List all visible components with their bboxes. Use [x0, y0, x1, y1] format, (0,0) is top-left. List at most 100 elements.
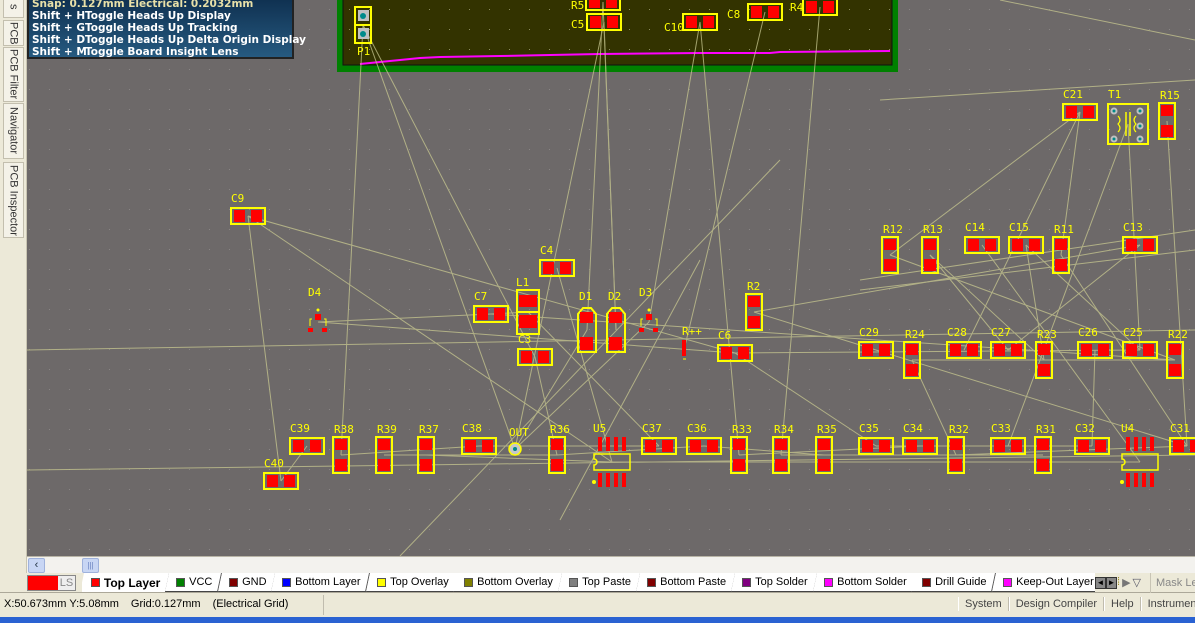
layer-tab-next-button[interactable]: ► [1106, 577, 1117, 589]
layer-color-swatch [464, 577, 474, 587]
designator-label: C34 [903, 422, 923, 435]
designator-label: R22 [1168, 328, 1188, 341]
filter-icon[interactable]: ▽ [1133, 576, 1141, 589]
designator-label: R5 [571, 0, 584, 12]
play-icon[interactable]: ▶ [1122, 576, 1130, 589]
designator-label: C27 [991, 326, 1011, 339]
layer-color-swatch [282, 577, 292, 587]
designator-label: R39 [377, 423, 397, 436]
designator-label: D2 [608, 290, 621, 303]
shortcut-key: Shift + H [32, 10, 86, 22]
shortcut-action: Toggle Board Insight Lens [85, 46, 239, 58]
horizontal-scrollbar[interactable]: ‹ ||| [27, 556, 1195, 573]
layer-tab-label: Top Overlay [389, 576, 449, 588]
layer-tab-prev-button[interactable]: ◄ [1095, 577, 1106, 589]
designator-label: R37 [419, 423, 439, 436]
sidebar-tab-pcb[interactable]: PCB [3, 20, 24, 46]
layer-tab-label: Drill Guide [935, 576, 987, 588]
layer-tab-bottom-paste[interactable]: Bottom Paste [635, 573, 737, 592]
layer-color-swatch [569, 577, 579, 587]
designator-label: R24 [905, 328, 925, 341]
component-r2[interactable]: R2 [745, 280, 763, 331]
designator-label: C36 [687, 422, 707, 435]
layer-sets-icon[interactable]: ⁞ [1117, 576, 1120, 589]
layer-tab-drill-guide[interactable]: Drill Guide [911, 573, 997, 592]
designator-label: C31 [1170, 422, 1190, 435]
scroll-left-button[interactable]: ‹ [28, 558, 45, 573]
designator-label: R33 [732, 423, 752, 436]
designator-label: T1 [1108, 88, 1121, 101]
sidebar-tab-pcb-filter[interactable]: PCB Filter [3, 47, 24, 102]
pcb-drawing[interactable]: P1 R5 C5 C10 C8 R4 C21 T1 R15 C9 R12 R13 C14 C15 R11 C1… [27, 0, 1195, 556]
shortcut-action: Toggle Heads Up Delta Origin Display [85, 34, 306, 46]
shortcut-key: Shift + M [32, 46, 87, 58]
design-compiler-button[interactable]: Design Compiler [1008, 597, 1104, 611]
component-r5[interactable]: R5 [571, 0, 621, 12]
designator-label: C3 [518, 333, 531, 346]
shortcut-row: Shift + G Toggle Heads Up Tracking [32, 22, 292, 34]
sidebar-tab-pcb-inspector[interactable]: PCB Inspector [3, 162, 24, 238]
layer-color-swatch [922, 577, 932, 587]
scroll-thumb[interactable]: ||| [82, 558, 99, 573]
pcb-canvas[interactable]: P1 R5 C5 C10 C8 R4 C21 T1 R15 C9 R12 R13 C14 C15 R11 C1… [27, 0, 1195, 556]
layer-tab-bottom-overlay[interactable]: Bottom Overlay [453, 573, 564, 592]
designator-label: C13 [1123, 221, 1143, 234]
designator-label: U5 [593, 422, 606, 435]
layer-tab-top-overlay[interactable]: Top Overlay [365, 573, 459, 592]
designator-label: C14 [965, 221, 985, 234]
layer-tab-nav: ◄ ► [1095, 577, 1117, 589]
layer-tab-label: Top Layer [104, 575, 161, 590]
help-button[interactable]: Help [1104, 597, 1141, 611]
designator-label: C4 [540, 244, 554, 257]
layer-tab-label: Top Paste [582, 576, 632, 588]
layer-color-swatch [1002, 577, 1012, 587]
designator-label: R2 [747, 280, 760, 293]
layer-tab-label: Bottom Layer [295, 576, 361, 588]
layer-tab-vcc[interactable]: VCC [165, 573, 223, 592]
layer-tab-label: Bottom Overlay [477, 576, 554, 588]
current-layer-indicator[interactable]: LS [27, 575, 76, 591]
layer-tabs: Top Layer VCC GND Bottom Layer Top Overlay Bo… [82, 573, 1095, 593]
designator-label: C40 [264, 457, 284, 470]
system-button[interactable]: System [958, 597, 1009, 611]
layer-set-button[interactable]: LS [58, 576, 75, 590]
designator-label: D1 [579, 290, 592, 303]
shortcut-row: Shift + D Toggle Heads Up Delta Origin Di… [32, 34, 306, 46]
shortcut-key: Shift + D [32, 34, 86, 46]
layer-tab-label: GND [241, 576, 267, 588]
designator-label: C6 [718, 329, 731, 342]
designator-label: R++ [682, 325, 702, 338]
shortcut-row: Shift + M Toggle Board Insight Lens [32, 46, 292, 58]
layer-tab-bar: LS Top Layer VCC GND Bottom Layer Top Overla… [0, 573, 1195, 593]
status-bar: X:50.673mm Y:5.08mm Grid:0.127mm (Electrica… [0, 593, 1195, 617]
heads-up-display: Snap: 0.127mm Electrical: 0.2032mm Shift… [27, 0, 306, 59]
sidebar-tab-navigator[interactable]: Navigator [3, 103, 24, 159]
layer-tab-bottom-layer[interactable]: Bottom Layer [271, 573, 371, 592]
designator-label: C15 [1009, 221, 1029, 234]
y-coordinate: Y:5.08mm [69, 598, 119, 610]
designator-label: C38 [462, 422, 482, 435]
component-r4[interactable]: R4 [790, 0, 838, 16]
designator-label: R11 [1054, 223, 1074, 236]
designator-label: C10 [664, 21, 684, 34]
panel-sidebar: s PCB PCB Filter Navigator PCB Inspector [0, 0, 27, 573]
layer-tab-top-solder[interactable]: Top Solder [731, 573, 818, 592]
mask-level-button[interactable]: Mask Level [1150, 573, 1195, 593]
sidebar-tab-s[interactable]: s [3, 0, 24, 18]
designator-label: R31 [1036, 423, 1056, 436]
layer-tab-gnd[interactable]: GND [217, 573, 277, 592]
layer-tab-top-paste[interactable]: Top Paste [558, 573, 642, 592]
designator-label: C7 [474, 290, 487, 303]
layer-color-swatch [823, 577, 833, 587]
shortcut-action: Toggle Heads Up Tracking [85, 22, 238, 34]
designator-label: R23 [1037, 328, 1057, 341]
layer-tab-top-layer[interactable]: Top Layer [82, 573, 171, 592]
designator-label: L1 [516, 276, 529, 289]
designator-label: R34 [774, 423, 794, 436]
layer-tab-bottom-solder[interactable]: Bottom Solder [812, 573, 917, 592]
designator-label: U4 [1121, 422, 1135, 435]
designator-label: R35 [817, 423, 837, 436]
designator-label: C9 [231, 192, 244, 205]
instruments-button[interactable]: Instruments [1140, 597, 1195, 611]
layer-tab-keep-out-layer[interactable]: Keep-Out Layer [991, 573, 1095, 592]
